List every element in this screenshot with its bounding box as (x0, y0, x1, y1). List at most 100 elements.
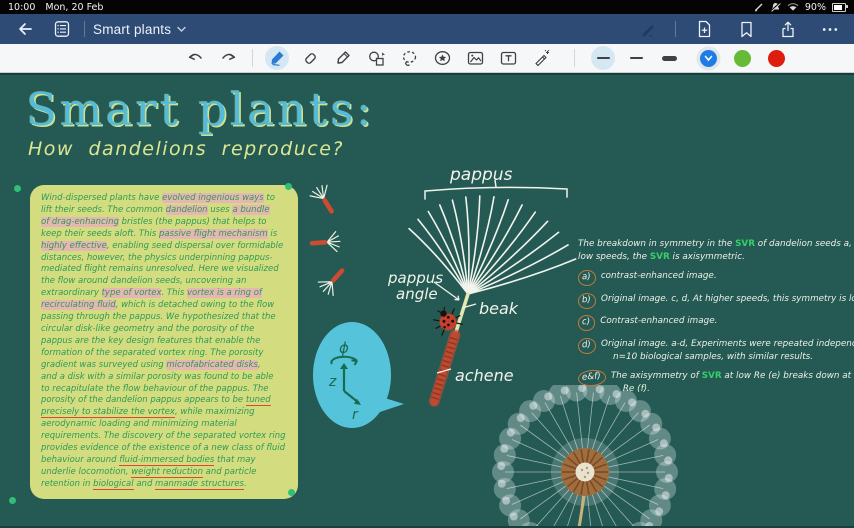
caption-item-circled-label: d) (577, 337, 597, 355)
status-time: 10:00 (8, 1, 36, 13)
redo-button[interactable] (216, 46, 240, 70)
pappus-angle-label-2: angle (396, 285, 438, 303)
tablet-screen: 10:00 Mon, 20 Feb 90% Smart plants Smart… (0, 0, 854, 528)
redo-icon (221, 53, 235, 60)
thin-stroke-icon (596, 57, 610, 59)
mute-bell-icon (770, 2, 781, 12)
chevron-down-icon (177, 26, 186, 32)
note-canvas[interactable]: Smart plants: How dandelions reproduce? … (0, 73, 854, 528)
toolbar-divider (252, 49, 253, 67)
notebook-icon (54, 21, 70, 37)
lasso-tool-button[interactable] (397, 46, 421, 70)
stroke-width-thick-button[interactable] (657, 46, 681, 70)
caption-item: d) Original image. a-d, Experiments were… (577, 337, 854, 363)
share-icon (782, 21, 794, 37)
nav-divider-2 (675, 21, 676, 37)
nav-divider (84, 21, 85, 37)
caption-item-text: contrast-enhanced image. (600, 271, 717, 282)
document-plus-icon (698, 20, 710, 38)
lasso-icon (402, 51, 416, 67)
pappus-angle-arrow (433, 281, 460, 301)
share-button[interactable] (774, 16, 802, 42)
z-axis-label: z (328, 374, 337, 390)
color-swatch-blue[interactable] (700, 49, 717, 67)
notebook-title: Smart plants (93, 21, 172, 37)
caption-item-circled-label: a) (577, 269, 597, 287)
page-title: Smart plants: (26, 83, 375, 136)
eraser-tool-button[interactable] (298, 46, 322, 70)
ellipsis-icon (822, 27, 838, 31)
achene-label: achene (455, 366, 514, 385)
laser-pen-icon (534, 49, 549, 67)
chevron-down-icon (704, 55, 713, 61)
stylus-icon (754, 3, 763, 12)
pen-icon (271, 51, 284, 66)
nav-bar: Smart plants (0, 14, 854, 44)
status-date: Mon, 20 Feb (45, 1, 104, 13)
status-bar: 10:00 Mon, 20 Feb 90% (0, 0, 854, 14)
notebook-title-dropdown[interactable]: Smart plants (93, 22, 186, 37)
pen-tool-button[interactable] (265, 46, 289, 70)
dandelion-photo (492, 385, 678, 526)
caption-item: a) contrast-enhanced image. (577, 269, 854, 287)
back-button[interactable] (10, 16, 38, 42)
caption-item-text: Original image. a-d, Experiments were re… (601, 338, 854, 362)
beak-label: beak (479, 299, 519, 318)
highlighter-icon (337, 51, 350, 64)
laser-pointer-tool-button[interactable] (529, 46, 553, 70)
stroke-width-medium-button[interactable] (624, 46, 648, 70)
eraser-icon (305, 53, 316, 64)
caption-item: e&f) The axisymmetry of SVR at low Re (e… (577, 368, 854, 395)
note-corner-dot (9, 497, 16, 504)
battery-percent: 90% (804, 1, 826, 13)
more-options-button[interactable] (816, 16, 844, 42)
sticker-star-icon (434, 51, 450, 65)
note-corner-dot (14, 185, 21, 192)
caption-intro: The breakdown in symmetry in the SVR of … (578, 239, 854, 262)
image-tool-button[interactable] (463, 46, 487, 70)
image-icon (467, 51, 483, 65)
sticker-tool-button[interactable] (430, 46, 454, 70)
coordinate-bubble: ϕ z r (313, 322, 404, 428)
caption-item-text: Original image. c, d, At higher speeds, … (601, 293, 854, 304)
page-subtitle: How dandelions reproduce? (28, 138, 344, 160)
toolbar-divider-2 (574, 49, 575, 67)
caption-item-text: Contrast-enhanced image. (600, 316, 718, 327)
color-swatch-green[interactable] (734, 49, 751, 67)
note-corner-dot (288, 489, 295, 496)
figure-caption-notes: The breakdown in symmetry in the SVR of … (577, 238, 854, 402)
battery-icon (832, 2, 848, 12)
shapes-icon (368, 51, 385, 66)
bookmark-button[interactable] (732, 16, 760, 42)
color-swatch-red[interactable] (768, 49, 785, 67)
drawing-toolbar (0, 44, 854, 73)
achene-body (430, 331, 459, 406)
caption-item-circled-label: c) (577, 314, 596, 332)
caption-item-circled-label: b) (577, 292, 597, 310)
undo-icon (188, 53, 202, 60)
shapes-tool-button[interactable] (364, 46, 388, 70)
arrow-left-icon (18, 23, 32, 35)
caption-item: b) Original image. c, d, At higher speed… (577, 292, 854, 310)
thick-stroke-icon (661, 55, 677, 61)
undo-button[interactable] (183, 46, 207, 70)
add-page-button[interactable] (690, 16, 718, 42)
highlighter-tool-button[interactable] (331, 46, 355, 70)
bookmark-icon (740, 21, 752, 37)
stylus-edit-icon (642, 24, 654, 37)
pen-mode-button[interactable] (634, 16, 661, 43)
phi-axis-label: ϕ (339, 339, 349, 357)
caption-item-circled-label: e&f) (577, 368, 607, 387)
pappus-label: pappus (449, 165, 513, 185)
textbox-icon (500, 51, 516, 65)
pappus-bracket (424, 186, 568, 200)
textbox-tool-button[interactable] (496, 46, 520, 70)
caption-item-text: The axisymmetry of SVR at low Re (e) bre… (610, 371, 854, 394)
stroke-width-thin-button[interactable] (591, 46, 615, 70)
medium-stroke-icon (629, 56, 643, 60)
caption-item: c) Contrast-enhanced image. (577, 314, 854, 332)
wifi-icon (787, 3, 799, 11)
notebook-pages-button[interactable] (48, 16, 76, 42)
caption-items: a) contrast-enhanced image. b) Original … (577, 269, 854, 395)
sticky-note-abstract[interactable]: Wind-dispersed plants have evolved ingen… (30, 185, 298, 499)
